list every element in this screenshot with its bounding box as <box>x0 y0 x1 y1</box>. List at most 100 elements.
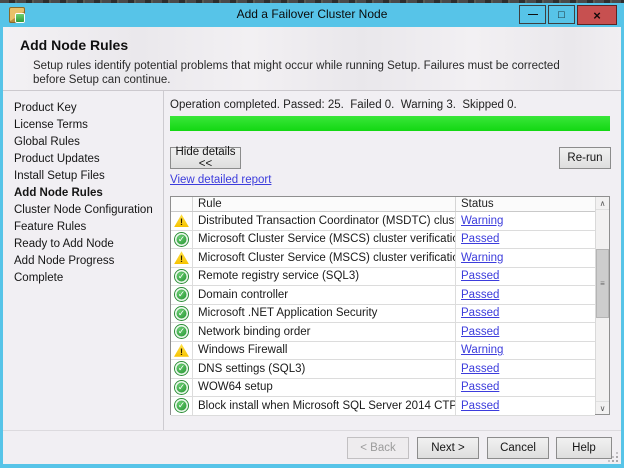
vertical-scrollbar[interactable]: ∧ ≡ ∨ <box>595 197 609 414</box>
table-row[interactable]: ✓ Block install when Microsoft SQL Server… <box>171 397 595 416</box>
scroll-down-arrow-icon[interactable]: ∨ <box>596 401 609 414</box>
rule-cell: Microsoft Cluster Service (MSCS) cluster… <box>193 249 456 267</box>
table-row[interactable]: ✓ Network binding order Passed <box>171 323 595 342</box>
sidebar-item-global-rules: Global Rules <box>14 136 80 148</box>
table-header-row: Rule Status <box>171 197 595 212</box>
page-description: Setup rules identify potential problems … <box>33 60 560 86</box>
hide-details-button[interactable]: Hide details << <box>170 146 241 170</box>
passed-icon: ✓ <box>175 269 188 283</box>
progress-bar-fill <box>170 116 610 131</box>
rule-cell: Distributed Transaction Coordinator (MSD… <box>193 212 456 230</box>
rule-cell: Windows Firewall <box>193 341 456 359</box>
status-icon-cell: ✓ <box>171 230 193 248</box>
passed-icon: ✓ <box>175 232 188 246</box>
table-row[interactable]: ! Windows Firewall Warning <box>171 341 595 360</box>
status-icon-cell: ✓ <box>171 304 193 322</box>
status-icon-cell: ! <box>171 212 193 230</box>
status-cell: Passed <box>456 323 595 341</box>
rule-cell: WOW64 setup <box>193 378 456 396</box>
page-header: Add Node Rules Setup rules identify pote… <box>3 27 621 91</box>
help-button[interactable]: Help <box>556 437 612 459</box>
back-button: < Back <box>347 437 409 459</box>
rule-cell: Microsoft .NET Application Security <box>193 304 456 322</box>
main-panel: Operation completed. Passed: 25. Failed … <box>164 91 621 430</box>
passed-icon: ✓ <box>175 362 188 376</box>
status-link[interactable]: Passed <box>461 270 499 282</box>
status-link[interactable]: Passed <box>461 400 499 412</box>
status-link[interactable]: Passed <box>461 326 499 338</box>
sidebar-item-install-setup-files: Install Setup Files <box>14 170 105 182</box>
status-icon-cell: ✓ <box>171 378 193 396</box>
status-icon-cell: ✓ <box>171 397 193 415</box>
sidebar-item-add-node-progress: Add Node Progress <box>14 255 115 267</box>
rule-cell: Network binding order <box>193 323 456 341</box>
scroll-up-arrow-icon[interactable]: ∧ <box>596 197 609 210</box>
sidebar-item-license-terms: License Terms <box>14 119 88 131</box>
warning-icon: ! <box>174 343 189 357</box>
rule-cell: Microsoft Cluster Service (MSCS) cluster… <box>193 230 456 248</box>
rules-table-grid: Rule Status ! Distributed Transaction Coo… <box>171 197 595 416</box>
resize-grip[interactable] <box>616 460 618 462</box>
sidebar-item-complete: Complete <box>14 272 64 284</box>
table-row[interactable]: ! Microsoft Cluster Service (MSCS) cluste… <box>171 249 595 268</box>
table-row[interactable]: ✓ Remote registry service (SQL3) Passed <box>171 267 595 286</box>
rule-column-header: Rule <box>193 197 456 211</box>
status-cell: Warning <box>456 249 595 267</box>
status-link[interactable]: Passed <box>461 307 499 319</box>
view-detailed-report-link[interactable]: View detailed report <box>170 174 271 186</box>
status-cell: Passed <box>456 268 595 286</box>
rerun-button[interactable]: Re-run <box>559 147 611 169</box>
status-icon-cell: ✓ <box>171 267 193 285</box>
sidebar-item-add-node-rules: Add Node Rules <box>14 187 103 199</box>
cancel-button[interactable]: Cancel <box>487 437 549 459</box>
status-cell: Warning <box>456 342 595 360</box>
rules-table-body: ! Distributed Transaction Coordinator (MS… <box>171 212 595 416</box>
status-link[interactable]: Warning <box>461 215 503 227</box>
passed-icon: ✓ <box>175 306 188 320</box>
passed-icon: ✓ <box>175 325 188 339</box>
next-button[interactable]: Next > <box>417 437 479 459</box>
status-link[interactable]: Passed <box>461 363 499 375</box>
status-cell: Passed <box>456 360 595 378</box>
warning-icon: ! <box>174 251 189 265</box>
table-row[interactable]: ✓ Domain controller Passed <box>171 286 595 305</box>
status-link[interactable]: Warning <box>461 252 503 264</box>
icon-column-header <box>171 197 193 211</box>
rule-cell: Remote registry service (SQL3) <box>193 267 456 285</box>
status-icon-cell: ✓ <box>171 360 193 378</box>
page-title: Add Node Rules <box>20 37 129 53</box>
scrollbar-thumb[interactable]: ≡ <box>596 249 609 318</box>
status-cell: Passed <box>456 379 595 397</box>
content-area: Product Key License Terms Global Rules Prod… <box>3 91 621 430</box>
table-row[interactable]: ✓ DNS settings (SQL3) Passed <box>171 360 595 379</box>
rule-cell: Block install when Microsoft SQL Server … <box>193 397 456 415</box>
table-row[interactable]: ✓ WOW64 setup Passed <box>171 378 595 397</box>
table-row[interactable]: ✓ Microsoft Cluster Service (MSCS) cluste… <box>171 230 595 249</box>
status-link[interactable]: Passed <box>461 289 499 301</box>
sidebar: Product Key License Terms Global Rules Prod… <box>3 91 164 430</box>
status-icon-cell: ✓ <box>171 286 193 304</box>
status-link[interactable]: Warning <box>461 344 503 356</box>
window-controls: — □ × <box>519 5 617 25</box>
sidebar-item-product-updates: Product Updates <box>14 153 100 165</box>
titlebar[interactable]: Add a Failover Cluster Node — □ × <box>3 3 621 27</box>
footer-bar: < Back Next > Cancel Help <box>3 430 621 464</box>
rules-table: Rule Status ! Distributed Transaction Coo… <box>170 196 610 416</box>
status-cell: Passed <box>456 286 595 304</box>
operation-status-text: Operation completed. Passed: 25. Failed … <box>170 99 517 111</box>
passed-icon: ✓ <box>175 288 188 302</box>
status-icon-cell: ! <box>171 341 193 359</box>
status-link[interactable]: Passed <box>461 233 499 245</box>
table-row[interactable]: ! Distributed Transaction Coordinator (MS… <box>171 212 595 231</box>
table-row[interactable]: ✓ Microsoft .NET Application Security Pass… <box>171 304 595 323</box>
status-cell: Passed <box>456 397 595 415</box>
rule-cell: Domain controller <box>193 286 456 304</box>
status-column-header: Status <box>461 198 494 210</box>
status-link[interactable]: Passed <box>461 381 499 393</box>
status-cell: Warning <box>456 212 595 230</box>
close-button[interactable]: × <box>577 5 617 25</box>
maximize-button[interactable]: □ <box>548 5 575 24</box>
minimize-button[interactable]: — <box>519 5 546 24</box>
passed-icon: ✓ <box>175 380 188 394</box>
sidebar-item-feature-rules: Feature Rules <box>14 221 87 233</box>
